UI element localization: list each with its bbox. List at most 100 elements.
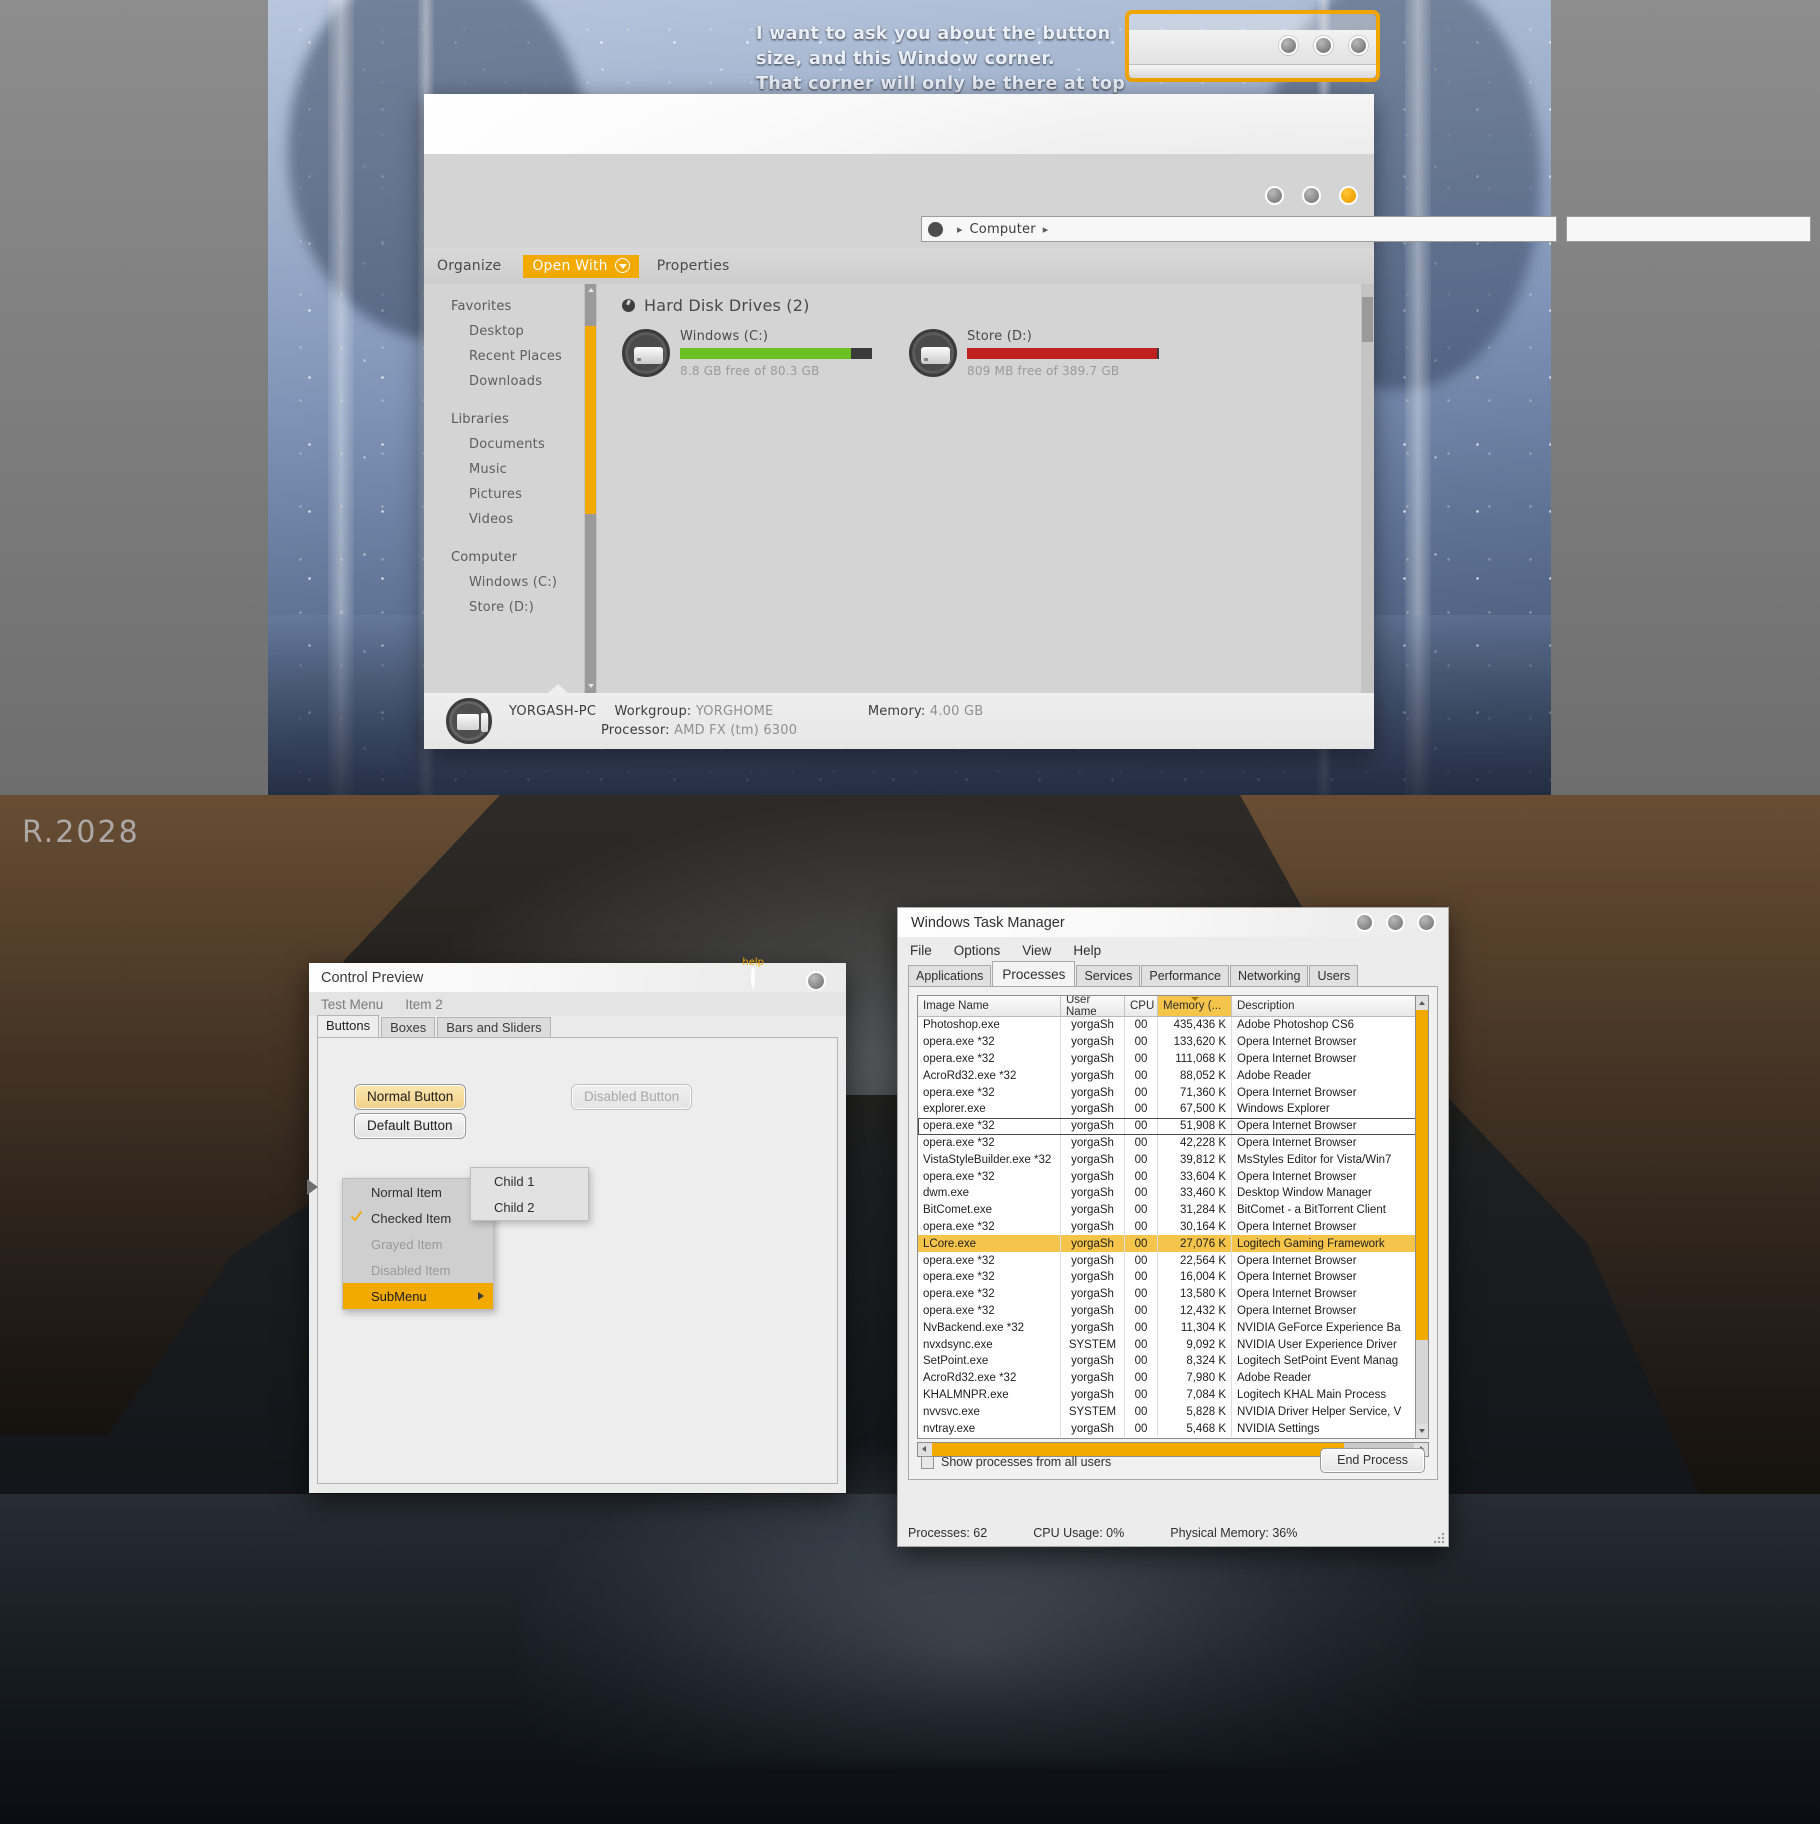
properties-button[interactable]: Properties bbox=[657, 258, 730, 274]
table-row[interactable]: opera.exe *32 yorgaSh 00 16,004 K Opera Inte… bbox=[918, 1268, 1428, 1286]
submenu-item-child-2[interactable]: Child 2 bbox=[471, 1194, 588, 1220]
table-row[interactable]: SetPoint.exe yorgaSh 00 8,324 K Logitech Set… bbox=[918, 1352, 1428, 1370]
tab-performance[interactable]: Performance bbox=[1141, 965, 1229, 987]
sidebar-item-pictures[interactable]: Pictures bbox=[424, 482, 582, 507]
control-preview-close-button[interactable] bbox=[806, 971, 826, 991]
tab-bars-and-sliders[interactable]: Bars and Sliders bbox=[437, 1017, 551, 1038]
minimize-button[interactable] bbox=[1265, 186, 1284, 205]
table-row[interactable]: opera.exe *32 yorgaSh 00 22,564 K Opera Inte… bbox=[918, 1252, 1428, 1269]
sidebar-item-computer[interactable]: Computer bbox=[424, 545, 582, 570]
tab-services[interactable]: Services bbox=[1076, 965, 1141, 987]
open-with-button[interactable]: Open With bbox=[523, 254, 639, 278]
menu-options[interactable]: Options bbox=[954, 943, 1001, 958]
menu-help[interactable]: Help bbox=[1073, 943, 1101, 958]
tab-boxes[interactable]: Boxes bbox=[381, 1017, 436, 1038]
table-row[interactable]: dwm.exe yorgaSh 00 33,460 K Desktop Window M… bbox=[918, 1184, 1428, 1202]
drive-item[interactable]: Windows (C:) 8.8 GB free of 80.3 GB bbox=[622, 329, 872, 378]
table-row[interactable]: opera.exe *32 yorgaSh 00 33,604 K Opera Inte… bbox=[918, 1168, 1428, 1185]
breadcrumb-computer[interactable]: Computer bbox=[970, 222, 1036, 237]
table-row[interactable]: opera.exe *32 yorgaSh 00 51,908 K Opera Inte… bbox=[918, 1117, 1428, 1135]
sidebar-item-favorites[interactable]: Favorites bbox=[424, 294, 582, 319]
sidebar-item-windows-c[interactable]: Windows (C:) bbox=[424, 570, 582, 595]
column-header-memory[interactable]: Memory (... bbox=[1158, 996, 1232, 1016]
normal-button[interactable]: Normal Button bbox=[354, 1084, 467, 1110]
table-row[interactable]: Photoshop.exe yorgaSh 00 435,436 K Adobe Pho… bbox=[918, 1017, 1428, 1034]
column-header-image-name[interactable]: Image Name bbox=[918, 996, 1061, 1016]
control-preview-tabs[interactable]: Buttons Boxes Bars and Sliders bbox=[317, 1015, 838, 1038]
table-row[interactable]: LCore.exe yorgaSh 00 27,076 K Logitech Gamin… bbox=[918, 1235, 1428, 1253]
address-bar[interactable]: ▸ Computer ▸ bbox=[921, 216, 1557, 242]
table-row[interactable]: nvtray.exe yorgaSh 00 5,468 K NVIDIA Setting… bbox=[918, 1420, 1428, 1437]
explorer-titlebar[interactable] bbox=[424, 94, 1374, 154]
nav-scroll-track-bottom[interactable] bbox=[585, 514, 596, 680]
control-preview-menubar[interactable]: Test Menu Item 2 bbox=[309, 992, 846, 1016]
table-row[interactable]: BitComet.exe yorgaSh 00 31,284 K BitComet - … bbox=[918, 1201, 1428, 1219]
tab-users[interactable]: Users bbox=[1309, 965, 1359, 987]
nav-scroll-thumb[interactable] bbox=[585, 326, 596, 514]
navigation-scrollbar[interactable] bbox=[584, 284, 597, 693]
search-input[interactable] bbox=[1566, 216, 1811, 242]
menu-test-menu[interactable]: Test Menu bbox=[321, 997, 383, 1012]
sidebar-item-music[interactable]: Music bbox=[424, 457, 582, 482]
tab-buttons[interactable]: Buttons bbox=[317, 1015, 380, 1038]
sidebar-item-libraries[interactable]: Libraries bbox=[424, 407, 582, 432]
tab-applications[interactable]: Applications bbox=[908, 965, 992, 987]
table-row[interactable]: opera.exe *32 yorgaSh 00 111,068 K Opera Int… bbox=[918, 1050, 1428, 1068]
nav-scroll-up-icon[interactable] bbox=[585, 284, 596, 297]
menu-item-2[interactable]: Item 2 bbox=[405, 997, 443, 1012]
group-header[interactable]: Hard Disk Drives (2) bbox=[622, 296, 1374, 315]
sidebar-item-documents[interactable]: Documents bbox=[424, 432, 582, 457]
table-row[interactable]: opera.exe *32 yorgaSh 00 42,228 K Opera Inte… bbox=[918, 1134, 1428, 1152]
help-dot-icon[interactable] bbox=[751, 967, 756, 988]
vscroll-thumb[interactable] bbox=[1416, 1010, 1428, 1340]
table-row[interactable]: opera.exe *32 yorgaSh 00 71,360 K Opera Inte… bbox=[918, 1084, 1428, 1101]
submenu-popup[interactable]: Child 1 Child 2 bbox=[470, 1167, 589, 1221]
nav-scroll-down-icon[interactable] bbox=[585, 680, 596, 693]
resize-grip-icon[interactable] bbox=[1433, 1532, 1445, 1544]
content-scroll-thumb[interactable] bbox=[1362, 297, 1373, 342]
process-table-vscrollbar[interactable] bbox=[1415, 995, 1429, 1439]
process-table-header[interactable]: Image Name User Name CPU Memory (... Descrip… bbox=[918, 996, 1428, 1018]
sidebar-item-desktop[interactable]: Desktop bbox=[424, 319, 582, 344]
submenu-item-child-1[interactable]: Child 1 bbox=[471, 1168, 588, 1194]
sidebar-item-recent-places[interactable]: Recent Places bbox=[424, 344, 582, 369]
show-all-users-checkbox[interactable]: Show processes from all users bbox=[921, 1455, 1111, 1469]
table-row[interactable]: explorer.exe yorgaSh 00 67,500 K Windows Exp… bbox=[918, 1100, 1428, 1118]
explorer-window-buttons[interactable] bbox=[1265, 186, 1358, 205]
table-row[interactable]: KHALMNPR.exe yorgaSh 00 7,084 K Logitech KHA… bbox=[918, 1386, 1428, 1404]
table-row[interactable]: opera.exe *32 yorgaSh 00 13,580 K Opera Inte… bbox=[918, 1285, 1428, 1303]
close-button[interactable] bbox=[1339, 186, 1358, 205]
table-row[interactable]: AcroRd32.exe *32 yorgaSh 00 88,052 K Adobe R… bbox=[918, 1067, 1428, 1085]
task-manager-tabs[interactable]: Applications Processes Services Performance… bbox=[908, 961, 1438, 987]
content-scrollbar[interactable] bbox=[1361, 284, 1374, 693]
checkbox-icon[interactable] bbox=[921, 1455, 934, 1469]
tm-minimize-button[interactable] bbox=[1355, 913, 1374, 932]
table-row[interactable]: nvvsvc.exe SYSTEM 00 5,828 K NVIDIA Driver H… bbox=[918, 1403, 1428, 1421]
nav-scroll-track-top[interactable] bbox=[585, 297, 596, 326]
task-manager-window-buttons[interactable] bbox=[1355, 913, 1436, 932]
table-row[interactable]: opera.exe *32 yorgaSh 00 133,620 K Opera Int… bbox=[918, 1033, 1428, 1051]
menu-view[interactable]: View bbox=[1022, 943, 1051, 958]
sidebar-item-videos[interactable]: Videos bbox=[424, 507, 582, 532]
table-row[interactable]: nvxdsync.exe SYSTEM 00 9,092 K NVIDIA User E… bbox=[918, 1336, 1428, 1353]
control-preview-titlebar[interactable]: Control Preview bbox=[309, 963, 846, 992]
column-header-user-name[interactable]: User Name bbox=[1061, 996, 1125, 1018]
table-row[interactable]: VistaStyleBuilder.exe *32 yorgaSh 00 39,812… bbox=[918, 1151, 1428, 1169]
maximize-button[interactable] bbox=[1302, 186, 1321, 205]
vscroll-down-icon[interactable] bbox=[1416, 1424, 1428, 1438]
collapse-icon[interactable] bbox=[622, 299, 635, 312]
menu-file[interactable]: File bbox=[910, 943, 932, 958]
vscroll-up-icon[interactable] bbox=[1416, 996, 1428, 1010]
task-manager-menubar[interactable]: File Options View Help bbox=[898, 937, 1448, 963]
menu-item-submenu[interactable]: SubMenu bbox=[343, 1283, 493, 1309]
process-table-rows[interactable]: Photoshop.exe yorgaSh 00 435,436 K Adobe Pho… bbox=[918, 1017, 1428, 1437]
column-header-description[interactable]: Description bbox=[1232, 996, 1428, 1016]
default-button[interactable]: Default Button bbox=[354, 1113, 466, 1139]
table-row[interactable]: NvBackend.exe *32 yorgaSh 00 11,304 K NVIDIA… bbox=[918, 1319, 1428, 1337]
tm-close-button[interactable] bbox=[1417, 913, 1436, 932]
tab-processes[interactable]: Processes bbox=[992, 961, 1076, 987]
table-row[interactable]: AcroRd32.exe *32 yorgaSh 00 7,980 K Adobe Re… bbox=[918, 1369, 1428, 1387]
organize-button[interactable]: Organize bbox=[437, 258, 501, 274]
end-process-button[interactable]: End Process bbox=[1320, 1448, 1425, 1473]
tab-networking[interactable]: Networking bbox=[1229, 965, 1309, 987]
